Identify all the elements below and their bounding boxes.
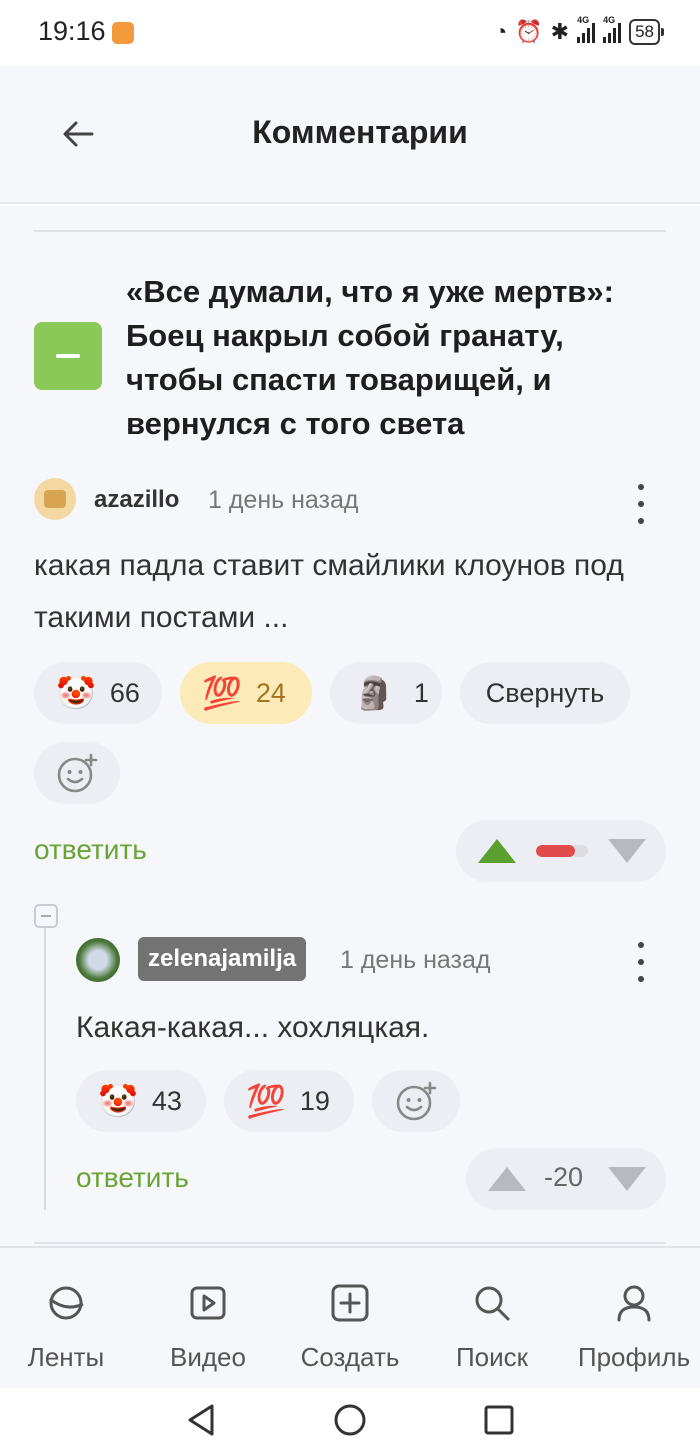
feeds-icon xyxy=(49,1286,84,1320)
collapse-reactions-button[interactable]: Свернуть xyxy=(460,662,630,724)
top-app-bar: Комментарии xyxy=(0,66,700,204)
downvote-icon[interactable] xyxy=(608,1167,646,1191)
add-emoji-icon xyxy=(396,1081,437,1121)
system-back-icon[interactable] xyxy=(184,1402,218,1438)
reaction-chip-100[interactable]: 💯 19 xyxy=(224,1070,354,1132)
signal-4g-icon: 4G xyxy=(603,15,622,43)
add-reaction-button[interactable] xyxy=(372,1070,460,1132)
thread-line xyxy=(44,924,46,1210)
collapse-thread-button[interactable] xyxy=(34,904,58,928)
more-options-icon[interactable] xyxy=(636,484,646,524)
system-home-icon[interactable] xyxy=(332,1402,368,1438)
nav-search[interactable]: Поиск xyxy=(422,1248,562,1390)
collapse-post-button[interactable] xyxy=(34,322,102,390)
nav-create[interactable]: Создать xyxy=(280,1248,420,1390)
avatar[interactable] xyxy=(34,478,76,520)
comment-text: какая падла ставит смайлики клоунов под … xyxy=(34,549,624,634)
comment-text: Какая-какая... хохляцкая. xyxy=(76,1011,430,1044)
more-options-icon[interactable] xyxy=(636,942,646,982)
signal-4g-icon: 4G xyxy=(577,15,596,43)
reaction-count: 24 xyxy=(255,677,286,708)
notification-app-icon xyxy=(112,22,134,44)
system-recents-icon[interactable] xyxy=(482,1402,516,1438)
add-emoji-icon xyxy=(57,753,98,793)
nav-label: Поиск xyxy=(455,1342,529,1372)
comment-time[interactable]: 1 день назад xyxy=(208,486,359,515)
reaction-chip-100[interactable]: 💯 24 xyxy=(180,662,312,724)
divider xyxy=(34,1242,666,1244)
reaction-count: 43 xyxy=(151,1085,182,1116)
downvote-icon[interactable] xyxy=(608,839,646,863)
moai-icon: 🗿 xyxy=(354,675,394,711)
nav-label: Профиль xyxy=(577,1342,691,1372)
comment-username[interactable]: azazillo xyxy=(94,486,179,514)
battery-indicator: 58 xyxy=(629,19,664,45)
page-title: Комментарии xyxy=(252,114,468,150)
rating-control: -20 xyxy=(466,1148,666,1210)
bottom-navigation: Ленты Видео Создать Поиск Профиль xyxy=(0,1246,700,1388)
bluetooth-icon: ✱ xyxy=(550,19,570,44)
upvote-icon[interactable] xyxy=(488,1167,526,1191)
search-icon xyxy=(475,1286,510,1321)
speed-icon: ◔ xyxy=(493,19,508,44)
comment-score: -20 xyxy=(544,1162,584,1192)
clown-icon: 🤡 xyxy=(98,1083,138,1119)
reaction-chip-clown[interactable]: 🤡 66 xyxy=(34,662,162,724)
nav-label: Видео xyxy=(170,1342,246,1372)
nav-profile[interactable]: Профиль xyxy=(564,1248,700,1390)
clown-icon: 🤡 xyxy=(56,675,96,711)
status-icons: ◔ ⏰ ✱ 4G 4G 58 xyxy=(493,15,664,46)
upvote-icon[interactable] xyxy=(478,839,516,863)
video-icon xyxy=(190,1286,226,1320)
nav-video[interactable]: Видео xyxy=(138,1248,278,1390)
nav-feeds[interactable]: Ленты xyxy=(0,1248,136,1390)
reply-link[interactable]: ответить xyxy=(76,1162,189,1194)
avatar[interactable] xyxy=(76,938,120,982)
plus-square-icon xyxy=(331,1284,369,1322)
add-reaction-button[interactable] xyxy=(34,742,120,804)
reply-link[interactable]: ответить xyxy=(34,834,147,866)
comment-time[interactable]: 1 день назад xyxy=(340,946,491,975)
status-time: 19:16 xyxy=(38,16,106,46)
reaction-count: 66 xyxy=(109,677,140,708)
rating-bar xyxy=(536,845,588,857)
hundred-icon: 💯 xyxy=(202,675,242,711)
reaction-chip-clown[interactable]: 🤡 43 xyxy=(76,1070,206,1132)
system-navigation xyxy=(0,1388,700,1454)
profile-icon xyxy=(617,1285,651,1322)
comment-username[interactable]: zelenajamilja xyxy=(138,937,307,981)
reaction-count: 1 xyxy=(413,677,429,708)
reaction-chip-moai[interactable]: 🗿 1 xyxy=(330,662,442,724)
rating-control xyxy=(456,820,666,882)
nav-label: Создать xyxy=(300,1342,400,1372)
reaction-count: 19 xyxy=(299,1085,330,1116)
hundred-icon: 💯 xyxy=(246,1083,286,1119)
post-title[interactable]: «Все думали, что я уже мертв»: Боец накр… xyxy=(126,270,666,446)
status-bar: 19:16 ◔ ⏰ ✱ 4G 4G 58 xyxy=(0,0,700,66)
alarm-icon: ⏰ xyxy=(515,19,543,44)
comments-content[interactable]: «Все думали, что я уже мертв»: Боец накр… xyxy=(0,206,700,1246)
divider xyxy=(34,230,666,232)
nav-label: Ленты xyxy=(27,1342,105,1372)
